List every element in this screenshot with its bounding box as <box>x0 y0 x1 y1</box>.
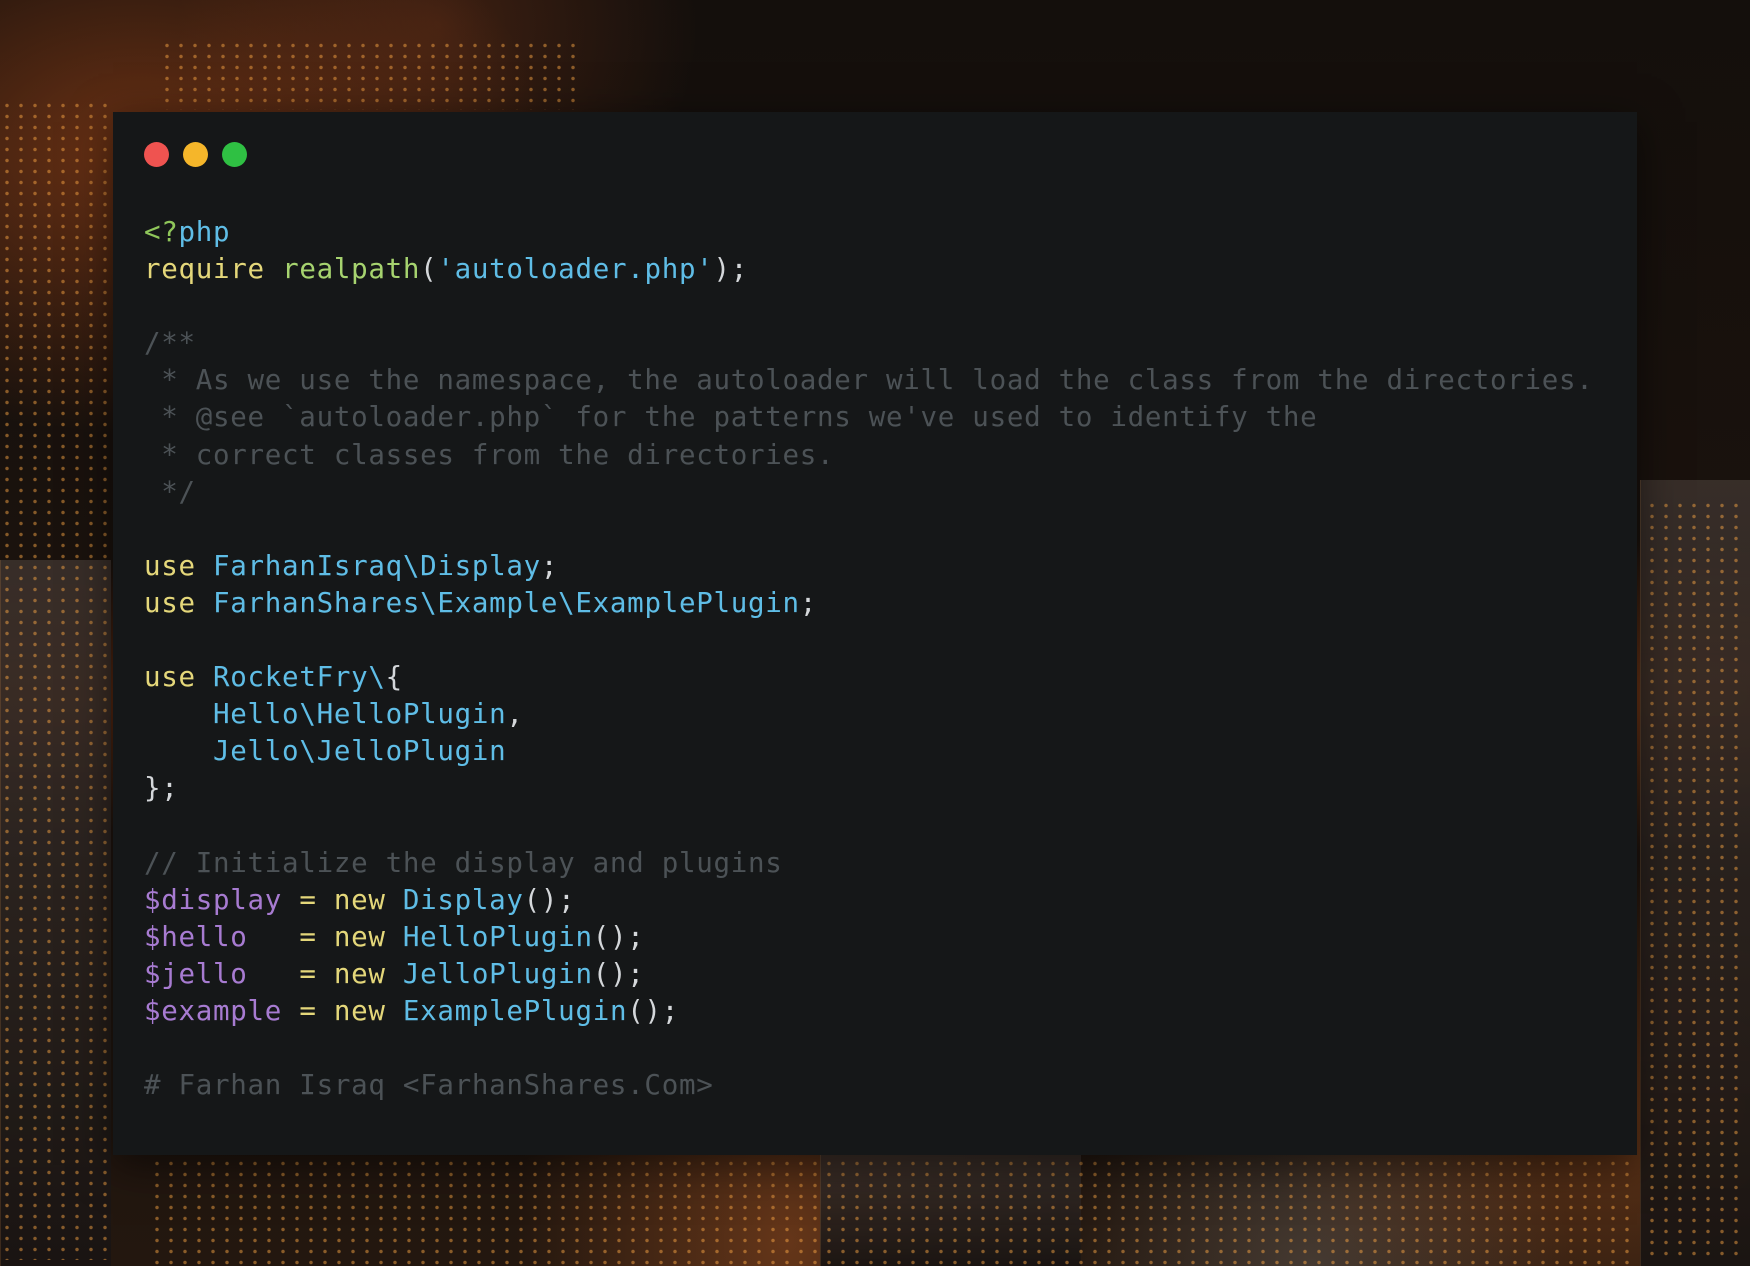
code-line: */ <box>144 474 1594 511</box>
code-token-keyword: new <box>333 920 403 953</box>
background-city-lights <box>0 100 112 1260</box>
maximize-button[interactable] <box>222 142 247 167</box>
code-token-punctuation: ; <box>540 549 559 582</box>
code-token-php-tag: <? <box>144 216 179 248</box>
code-line: ​ <box>144 511 1594 548</box>
code-token-variable: $jello <box>144 957 248 990</box>
code-token-class-name: JelloPlugin <box>402 957 593 990</box>
code-token-keyword: new <box>333 994 403 1027</box>
code-token-variable: $hello <box>144 920 248 953</box>
code-token-comment: /** <box>144 327 196 360</box>
code-line: * @see `autoloader.php` for the patterns… <box>144 399 1594 436</box>
code-line: use FarhanShares\Example\ExamplePlugin; <box>144 585 1594 622</box>
code-token-class-name: FarhanShares\Example\ExamplePlugin <box>213 586 800 619</box>
code-line: $hello = new HelloPlugin(); <box>144 919 1594 956</box>
code-token-punctuation: ( <box>420 253 438 286</box>
code-token-class-name: RocketFry\ <box>213 661 386 694</box>
code-token-punctuation: { <box>385 661 403 694</box>
background-city-lights <box>1645 500 1745 1260</box>
code-token-class-name: Jello\JelloPlugin <box>213 735 507 768</box>
code-token-variable: $display <box>144 883 283 916</box>
code-line: ​ <box>144 1030 1594 1067</box>
code-block: <?php require realpath('autoloader.php');… <box>144 214 1594 1104</box>
code-token-punctuation: (); <box>592 957 645 990</box>
code-line: $display = new Display(); <box>144 882 1594 919</box>
code-token-string: 'autoloader.php' <box>437 253 714 286</box>
code-line: <?php <box>144 214 1594 251</box>
code-token-punctuation: (); <box>627 994 679 1027</box>
code-token-keyword: use <box>144 586 214 619</box>
code-token-punctuation: ; <box>799 586 818 619</box>
code-token-function-name: realpath <box>282 253 421 286</box>
code-token-class-name: FarhanIsraq\Display <box>213 549 541 582</box>
code-line: * correct classes from the directories. <box>144 437 1594 474</box>
code-token-punctuation <box>144 735 213 767</box>
code-line: ​ <box>144 808 1594 845</box>
code-line: Hello\HelloPlugin, <box>144 696 1594 733</box>
code-line: require realpath('autoloader.php'); <box>144 251 1594 288</box>
code-token-comment: # Farhan Israq <FarhanShares.Com> <box>144 1069 714 1102</box>
code-line: $example = new ExamplePlugin(); <box>144 993 1594 1030</box>
code-token-punctuation <box>144 698 213 730</box>
code-token-keyword: new <box>333 957 403 990</box>
code-line: use RocketFry\{ <box>144 659 1594 696</box>
code-token-keyword: use <box>144 661 214 694</box>
code-token-punctuation: (); <box>592 920 645 953</box>
code-line: // Initialize the display and plugins <box>144 845 1594 882</box>
code-line: /** <box>144 325 1594 362</box>
code-token-keyword: use <box>144 549 214 582</box>
code-token-class-name: Display <box>402 883 524 916</box>
code-token-keyword: = <box>282 994 334 1027</box>
background-city-lights <box>150 1158 1630 1266</box>
code-token-comment: */ <box>144 475 196 508</box>
code-window: <?php require realpath('autoloader.php');… <box>113 112 1637 1155</box>
background-city-lights <box>160 40 580 110</box>
code-token-comment: // Initialize the display and plugins <box>144 846 783 879</box>
code-token-keyword: = <box>247 920 334 953</box>
code-token-punctuation: }; <box>144 772 179 805</box>
code-line: Jello\JelloPlugin <box>144 733 1594 770</box>
code-line: $jello = new JelloPlugin(); <box>144 956 1594 993</box>
code-line: * As we use the namespace, the autoloade… <box>144 362 1594 399</box>
code-token-punctuation: (); <box>523 883 576 916</box>
code-token-punctuation: , <box>506 698 524 731</box>
code-token-comment: * As we use the namespace, the autoloade… <box>144 364 1594 397</box>
code-token-keyword: require <box>144 253 283 286</box>
close-button[interactable] <box>144 142 169 167</box>
code-token-class-name: HelloPlugin <box>402 920 593 953</box>
code-line: # Farhan Israq <FarhanShares.Com> <box>144 1067 1594 1104</box>
code-line: use FarhanIsraq\Display; <box>144 548 1594 585</box>
code-line: ​ <box>144 622 1594 659</box>
code-line: }; <box>144 770 1594 807</box>
code-line: ​ <box>144 288 1594 325</box>
code-token-punctuation: ); <box>713 253 749 286</box>
code-token-variable: $example <box>144 994 283 1027</box>
code-token-keyword: = <box>247 957 334 990</box>
code-token-string: php <box>178 216 231 248</box>
code-token-keyword: new <box>333 883 403 916</box>
code-token-class-name: Hello\HelloPlugin <box>213 698 507 731</box>
code-token-comment: * @see `autoloader.php` for the patterns… <box>144 401 1318 434</box>
code-token-comment: * correct classes from the directories. <box>144 438 835 471</box>
window-controls <box>144 142 247 168</box>
code-token-class-name: ExamplePlugin <box>402 994 628 1027</box>
minimize-button[interactable] <box>183 142 208 167</box>
code-token-keyword: = <box>282 883 334 916</box>
